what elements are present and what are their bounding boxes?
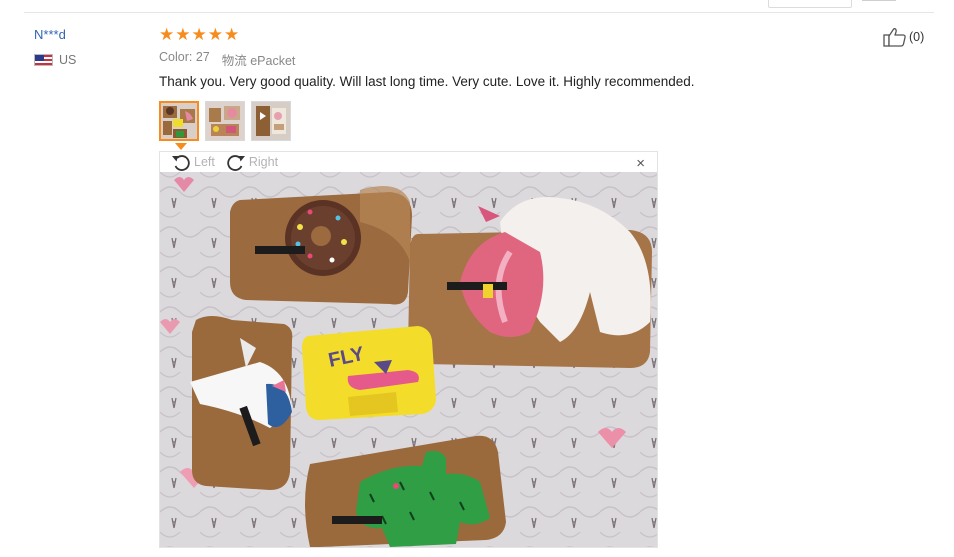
rotate-right-icon xyxy=(227,155,245,171)
divider xyxy=(24,12,934,13)
star-rating: ★ ★ ★ ★ ★ xyxy=(159,26,239,43)
order-info: Color: 27 物流 ePacket xyxy=(159,50,295,69)
rotate-left-icon xyxy=(172,155,190,171)
view-toggle[interactable] xyxy=(862,0,896,1)
star-icon: ★ xyxy=(159,25,175,44)
review-page: N***d US ★ ★ ★ ★ ★ Color: 27 物流 ePacket … xyxy=(0,0,954,557)
star-icon: ★ xyxy=(191,25,207,44)
review-thumbnail[interactable] xyxy=(159,101,199,141)
rotate-left-label: Left xyxy=(194,155,215,169)
us-flag-icon xyxy=(34,54,53,66)
review-thumbnails xyxy=(159,101,291,141)
thumbnail-image xyxy=(161,103,197,139)
rotate-left-button[interactable]: Left xyxy=(170,152,215,172)
thumbs-up-icon xyxy=(883,28,906,47)
reviewer-name[interactable]: N***d xyxy=(34,27,66,42)
close-icon[interactable]: × xyxy=(636,156,645,171)
rotate-right-label: Right xyxy=(248,155,279,169)
thumbnail-image xyxy=(252,102,290,140)
review-thumbnail[interactable] xyxy=(205,101,245,141)
helpful-count: (0) xyxy=(909,30,925,44)
shipping-method: 物流 ePacket xyxy=(221,54,296,68)
review-thumbnail[interactable] xyxy=(251,101,291,141)
sort-dropdown[interactable] xyxy=(768,0,852,8)
image-viewer: Left Right × FLY xyxy=(159,151,658,548)
rotate-right-button[interactable]: Right xyxy=(225,152,278,172)
reviewer-country: US xyxy=(34,53,76,67)
star-icon: ★ xyxy=(224,25,240,44)
review-text: Thank you. Very good quality. Will last … xyxy=(159,74,695,89)
country-label: US xyxy=(59,53,77,67)
star-icon: ★ xyxy=(207,25,223,44)
thumbnail-image xyxy=(206,102,244,140)
review-photo: FLY xyxy=(160,172,657,547)
helpful-button[interactable]: (0) xyxy=(883,27,924,47)
star-icon: ★ xyxy=(175,25,191,44)
color-option: Color: 27 xyxy=(159,50,210,64)
selected-thumbnail-pointer xyxy=(175,143,187,150)
viewer-toolbar: Left Right xyxy=(170,152,278,172)
